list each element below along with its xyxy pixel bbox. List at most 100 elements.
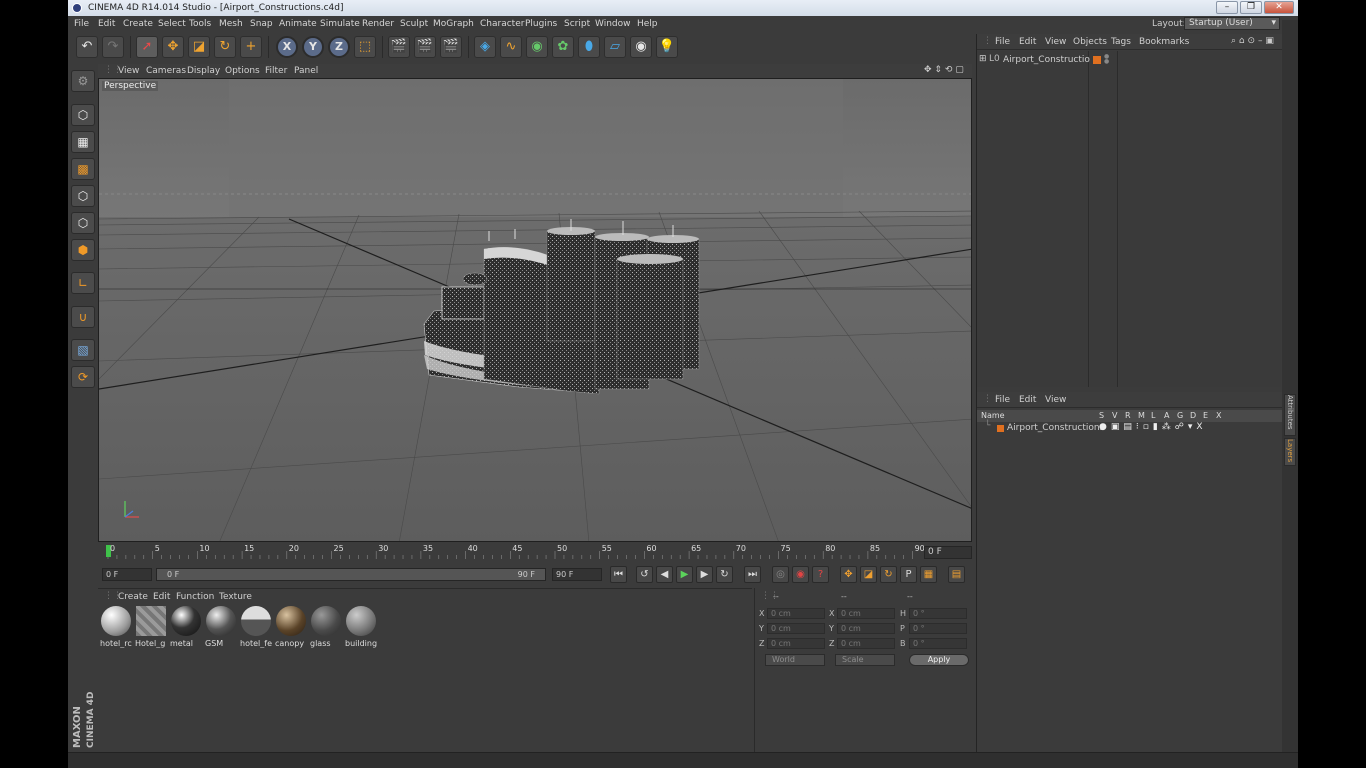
scale-tool-button[interactable]: ◪ [188,36,210,58]
layer-col-deformers[interactable]: D [1190,411,1196,420]
play-forward-button[interactable]: ▶ [676,566,693,583]
workplane-mode-button[interactable]: ▩ [71,158,95,180]
parameter-key-button[interactable]: P [900,566,917,583]
menu-edit[interactable]: Edit [98,19,115,29]
x-axis-lock-button[interactable]: X [276,36,298,58]
go-to-end-button[interactable]: ⏭ [744,566,761,583]
layer-color-tag-icon[interactable] [1093,56,1101,64]
orbit-icon[interactable]: ⟲ [945,65,953,75]
model-mode-button[interactable]: ⬡ [71,104,95,126]
viewport-menu-view[interactable]: View [118,66,139,76]
axis-mode-button[interactable]: ∟ [71,272,95,294]
om-menu-view[interactable]: View [1045,37,1066,47]
position-x-field[interactable]: 0 cm [767,608,825,619]
menu-select[interactable]: Select [158,19,186,29]
menu-create[interactable]: Create [123,19,153,29]
layout-select[interactable]: Startup (User) ▾ [1184,17,1280,30]
layer-col-view[interactable]: V [1112,411,1117,420]
home-icon[interactable]: ⌂ [1239,36,1245,46]
menu-mograph[interactable]: MoGraph [433,19,474,29]
menu-snap[interactable]: Snap [250,19,273,29]
live-selection-button[interactable]: ➚ [136,36,158,58]
expand-icon[interactable]: ⊞ [979,54,987,64]
layer-col-render[interactable]: R [1125,411,1131,420]
om-menu-objects[interactable]: Objects [1073,37,1107,47]
menu-sculpt[interactable]: Sculpt [400,19,428,29]
end-frame-field[interactable]: 90 F [552,568,602,581]
menu-window[interactable]: Window [595,19,631,29]
menu-animate[interactable]: Animate [279,19,317,29]
light-button[interactable]: 💡 [656,36,678,58]
locked-workplane-button[interactable]: ⟳ [71,366,95,388]
render-settings-button[interactable]: 🎬 [440,36,462,58]
menu-file[interactable]: File [74,19,89,29]
rotation-h-field[interactable]: 0 ° [909,608,967,619]
viewport-menu-cameras[interactable]: Cameras [146,66,186,76]
material-menu-edit[interactable]: Edit [153,592,170,602]
spline-button[interactable]: ∿ [500,36,522,58]
next-frame-button[interactable]: ▶ [696,566,713,583]
make-editable-button[interactable]: ⚙ [71,70,95,92]
size-y-field[interactable]: 0 cm [837,623,895,634]
material-menu-texture[interactable]: Texture [219,592,252,602]
material-swatch-hotel-g[interactable]: Hotel_g [135,606,167,648]
new-window-icon[interactable]: ▣ [1265,36,1274,46]
mograph-cloner-button[interactable]: ✿ [552,36,574,58]
current-frame-field[interactable]: 0 F [924,546,972,559]
menu-help[interactable]: Help [637,19,658,29]
material-swatch-building[interactable]: building [345,606,377,648]
render-view-button[interactable]: 🎬 [388,36,410,58]
viewport-camera-label[interactable]: Perspective [102,81,159,91]
material-swatch-hotel-fe[interactable]: hotel_fe [240,606,272,648]
z-axis-lock-button[interactable]: Z [328,36,350,58]
material-swatch-gsm[interactable]: GSM [205,606,237,648]
previous-key-button[interactable]: ↺ [636,566,653,583]
create-tool-button[interactable]: + [240,36,262,58]
menu-tools[interactable]: Tools [189,19,211,29]
layer-row-airport-constructions[interactable]: └ Airport_Constructions ●▣▤⁝▫▮⁂☍▾Χ [981,421,1281,435]
scene-floor-button[interactable]: ▱ [604,36,626,58]
close-button[interactable]: ✕ [1264,1,1294,14]
minimize-button[interactable]: – [1216,1,1238,14]
menu-mesh[interactable]: Mesh [219,19,243,29]
visibility-dots-icon[interactable]: ● ● [1104,54,1109,65]
layer-col-manager[interactable]: M [1138,411,1145,420]
autokeying-button[interactable]: ◉ [792,566,809,583]
layer-col-generators[interactable]: G [1177,411,1183,420]
material-swatch-metal[interactable]: metal [170,606,202,648]
y-axis-lock-button[interactable]: Y [302,36,324,58]
material-menu-create[interactable]: Create [118,592,148,602]
perspective-viewport[interactable]: Perspective [98,78,972,542]
position-y-field[interactable]: 0 cm [767,623,825,634]
layer-col-locked[interactable]: L [1151,411,1155,420]
viewport-menu-options[interactable]: Options [225,66,260,76]
dolly-icon[interactable]: ⇕ [934,65,942,75]
go-to-start-button[interactable]: ⏮ [610,566,627,583]
size-x-field[interactable]: 0 cm [837,608,895,619]
tab-layers[interactable]: Layers [1284,438,1296,466]
maximize-view-icon[interactable]: ▢ [955,65,964,75]
coordinate-mode-dropdown[interactable]: World [765,654,825,666]
move-tool-button[interactable]: ✥ [162,36,184,58]
menu-simulate[interactable]: Simulate [320,19,360,29]
layer-col-name[interactable]: Name [981,411,1005,420]
rotate-tool-button[interactable]: ↻ [214,36,236,58]
lm-menu-file[interactable]: File [995,395,1010,405]
lm-menu-edit[interactable]: Edit [1019,395,1036,405]
rotation-b-field[interactable]: 0 ° [909,638,967,649]
options-icon[interactable]: ⊙ [1248,36,1256,46]
tab-attributes[interactable]: Attributes [1284,394,1296,436]
layer-flag-icons[interactable]: ●▣▤⁝▫▮⁂☍▾Χ [1099,422,1207,432]
coordinate-system-button[interactable]: ⬚ [354,36,376,58]
lm-menu-view[interactable]: View [1045,395,1066,405]
size-mode-dropdown[interactable]: Scale [835,654,895,666]
next-key-button[interactable]: ↻ [716,566,733,583]
menu-plugins[interactable]: Plugins [525,19,557,29]
timeline-ruler[interactable]: 0 5 10 15 20 25 30 35 40 45 50 55 60 65 70 75 80 85 90 [98,543,972,565]
apply-button[interactable]: Apply [909,654,969,666]
collapse-icon[interactable]: – [1258,36,1263,46]
material-menu-function[interactable]: Function [176,592,214,602]
keyframe-selection-button[interactable]: ? [812,566,829,583]
redo-button[interactable]: ↷ [102,36,124,58]
render-to-picture-viewer-button[interactable]: 🎬 [414,36,436,58]
